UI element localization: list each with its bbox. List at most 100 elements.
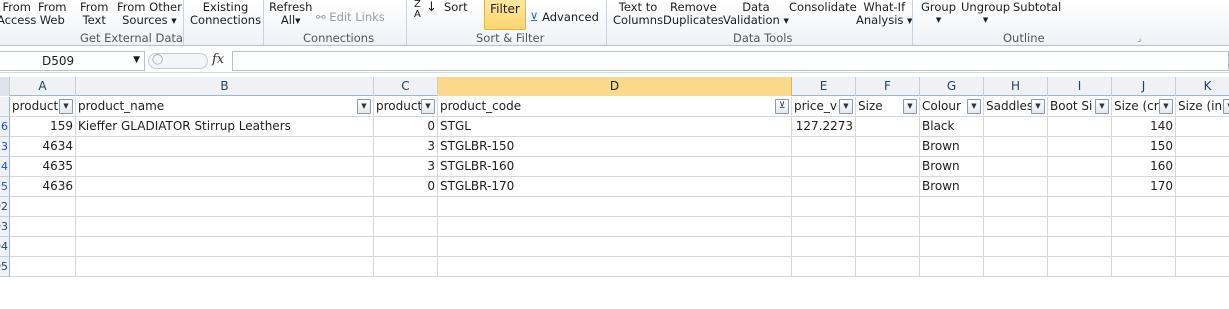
row-header[interactable]: 04	[0, 237, 10, 257]
filter-dropdown-icon[interactable]: ▼	[1031, 99, 1045, 114]
cell-f[interactable]	[856, 217, 920, 237]
cell-c[interactable]: 3	[374, 157, 438, 177]
column-header-a[interactable]: A	[10, 77, 76, 96]
cell-j[interactable]: 160	[1112, 157, 1176, 177]
cell-k[interactable]	[1176, 217, 1229, 237]
cell-i[interactable]	[1048, 197, 1112, 217]
cell-j[interactable]: 150	[1112, 137, 1176, 157]
row-header[interactable]: 4	[0, 157, 10, 177]
refresh-all-button[interactable]: Refresh All▼	[269, 1, 312, 28]
cell-i[interactable]	[1048, 117, 1112, 137]
from-access-button[interactable]: From Access	[0, 1, 36, 27]
cell-g[interactable]: Black	[920, 117, 984, 137]
cell-f[interactable]	[856, 257, 920, 277]
cell-a[interactable]	[10, 217, 76, 237]
cell-e[interactable]	[792, 157, 856, 177]
cell-f[interactable]	[856, 137, 920, 157]
sort-button[interactable]: Sort	[444, 1, 468, 14]
cell-h[interactable]	[984, 117, 1048, 137]
column-header-k[interactable]: K	[1176, 77, 1229, 96]
cell-c[interactable]: 0	[374, 177, 438, 197]
cell-g[interactable]: Brown	[920, 137, 984, 157]
cell-h[interactable]	[984, 237, 1048, 257]
cell-c[interactable]	[374, 197, 438, 217]
header-cell-g[interactable]: Colour ▼	[920, 97, 984, 117]
cell-a[interactable]: 159	[10, 117, 76, 137]
text-to-columns-button[interactable]: Text to Columns	[613, 1, 663, 27]
filter-dropdown-icon[interactable]: ▼	[59, 99, 73, 114]
cell-a[interactable]: 4635	[10, 157, 76, 177]
cell-g[interactable]: Brown	[920, 157, 984, 177]
filter-dropdown-icon[interactable]: ▼	[357, 99, 371, 114]
cell-j[interactable]: 140	[1112, 117, 1176, 137]
group-button[interactable]: Group ▼	[921, 1, 956, 27]
header-cell-f[interactable]: Size ▼	[856, 97, 920, 117]
cell-h[interactable]	[984, 257, 1048, 277]
column-header-b[interactable]: B	[76, 77, 374, 96]
cell-i[interactable]	[1048, 237, 1112, 257]
cell-j[interactable]	[1112, 257, 1176, 277]
cell-d[interactable]	[438, 217, 792, 237]
cell-c[interactable]	[374, 217, 438, 237]
cell-f[interactable]	[856, 197, 920, 217]
cell-d[interactable]: STGLBR-160	[438, 157, 792, 177]
cell-b[interactable]	[76, 177, 374, 197]
remove-duplicates-button[interactable]: Remove Duplicates	[663, 1, 724, 27]
cell-d[interactable]: STGLBR-150	[438, 137, 792, 157]
cell-c[interactable]	[374, 257, 438, 277]
filter-button[interactable]: Filter	[484, 0, 526, 30]
cell-e[interactable]	[792, 257, 856, 277]
cell-c[interactable]: 3	[374, 137, 438, 157]
filter-dropdown-icon[interactable]: ▼	[839, 99, 853, 114]
column-header-g[interactable]: G	[920, 77, 984, 96]
header-cell-c[interactable]: product ▼	[374, 97, 438, 117]
column-header-h[interactable]: H	[984, 77, 1048, 96]
edit-links-button[interactable]: ⚯ Edit Links	[316, 11, 385, 24]
sort-za-icon[interactable]: ZA	[414, 0, 421, 20]
cell-e[interactable]	[792, 217, 856, 237]
insert-function-icon[interactable]: fx	[212, 52, 224, 67]
cell-f[interactable]	[856, 117, 920, 137]
cell-e[interactable]	[792, 197, 856, 217]
cell-a[interactable]	[10, 197, 76, 217]
formula-bar-resize-handle[interactable]: ◯	[148, 53, 208, 69]
cell-k[interactable]	[1176, 117, 1229, 137]
cell-b[interactable]	[76, 257, 374, 277]
filter-dropdown-icon[interactable]: ▼	[1223, 99, 1229, 114]
subtotal-button[interactable]: Subtotal	[1013, 1, 1061, 14]
existing-connections-button[interactable]: Existing Connections	[190, 1, 261, 27]
cell-g[interactable]	[920, 197, 984, 217]
from-web-button[interactable]: From Web	[38, 1, 67, 27]
column-header-d[interactable]: D	[438, 77, 792, 96]
cell-a[interactable]: 4636	[10, 177, 76, 197]
cell-j[interactable]	[1112, 237, 1176, 257]
cell-i[interactable]	[1048, 217, 1112, 237]
row-header[interactable]: 05	[0, 257, 10, 277]
cell-e[interactable]	[792, 177, 856, 197]
dialog-launcher-icon[interactable]: ⌟	[1137, 34, 1141, 44]
cell-b[interactable]	[76, 237, 374, 257]
cell-k[interactable]	[1176, 237, 1229, 257]
cell-h[interactable]	[984, 157, 1048, 177]
column-header-i[interactable]: I	[1048, 77, 1112, 96]
cell-g[interactable]	[920, 257, 984, 277]
header-cell-e[interactable]: price_v ▼	[792, 97, 856, 117]
name-box[interactable]: D509 ▼	[0, 51, 145, 71]
cell-e[interactable]	[792, 137, 856, 157]
filter-dropdown-icon[interactable]: ▼	[1159, 99, 1173, 114]
header-cell-h[interactable]: Saddles ▼	[984, 97, 1048, 117]
cell-k[interactable]	[1176, 137, 1229, 157]
column-header-j[interactable]: J	[1112, 77, 1176, 96]
cell-a[interactable]	[10, 257, 76, 277]
cell-e[interactable]: 127.2273	[792, 117, 856, 137]
ungroup-button[interactable]: Ungroup ▼	[961, 1, 1010, 27]
cell-g[interactable]	[920, 217, 984, 237]
cell-a[interactable]	[10, 237, 76, 257]
column-header-f[interactable]: F	[856, 77, 920, 96]
cell-f[interactable]	[856, 237, 920, 257]
cell-d[interactable]	[438, 237, 792, 257]
advanced-filter-button[interactable]: ⊻ Advanced	[530, 11, 599, 24]
cell-h[interactable]	[984, 137, 1048, 157]
from-text-button[interactable]: From Text	[80, 1, 109, 27]
row-header[interactable]: 02	[0, 197, 10, 217]
